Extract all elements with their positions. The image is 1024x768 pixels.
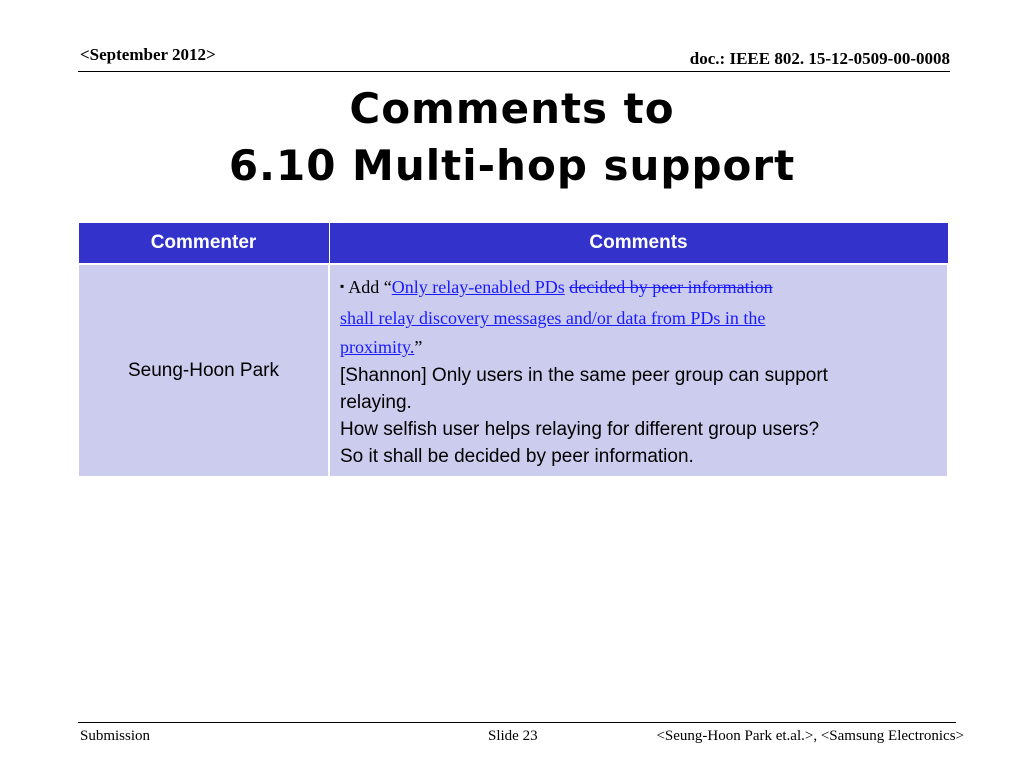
header-doc-id: doc.: IEEE 802. 15-12-0509-00-0008: [689, 49, 950, 68]
comment-response: [Shannon] Only users in the same peer gr…: [340, 362, 939, 470]
inserted-text-1: Only relay-enabled PDs: [391, 277, 565, 297]
table-header-row: Commenter Comments: [77, 222, 949, 265]
response-line-2: relaying.: [340, 392, 412, 413]
header-divider: [78, 71, 950, 72]
header-date: <September 2012>: [80, 45, 216, 64]
comments-table: Commenter Comments Seung-Hoon Park ▪ Add …: [77, 222, 949, 478]
title-line-1: Comments to: [349, 84, 675, 133]
inserted-text-2: shall relay discovery messages and/or da…: [340, 308, 766, 328]
footer-submission: Submission: [80, 728, 151, 744]
slide-title: Comments to 6.10 Multi-hop support: [0, 80, 1024, 194]
column-header-commenter: Commenter: [77, 222, 330, 265]
response-line-1: [Shannon] Only users in the same peer gr…: [340, 365, 828, 386]
commenter-cell: Seung-Hoon Park: [77, 263, 330, 478]
bullet-icon: ▪: [340, 279, 345, 293]
title-line-2: 6.10 Multi-hop support: [228, 141, 796, 190]
column-header-comments: Comments: [328, 222, 949, 265]
inserted-text-3: proximity.: [340, 337, 415, 357]
footer-authors: <Seung-Hoon Park et.al.>, <Samsung Elect…: [656, 728, 964, 744]
table-row: Seung-Hoon Park ▪ Add “Only relay-enabled…: [77, 263, 949, 478]
comment-prefix: Add “: [348, 277, 392, 297]
response-line-4: So it shall be decided by peer informati…: [340, 446, 694, 467]
deleted-text: decided by peer information: [569, 277, 773, 297]
comment-cell: ▪ Add “Only relay-enabled PDs decided by …: [328, 263, 949, 478]
response-line-3: How selfish user helps relaying for diff…: [340, 419, 820, 440]
footer-divider: [78, 722, 956, 723]
comment-suffix: ”: [414, 337, 423, 357]
footer-slide-number: Slide 23: [488, 728, 538, 744]
comment-proposal: ▪ Add “Only relay-enabled PDs decided by …: [340, 273, 939, 362]
